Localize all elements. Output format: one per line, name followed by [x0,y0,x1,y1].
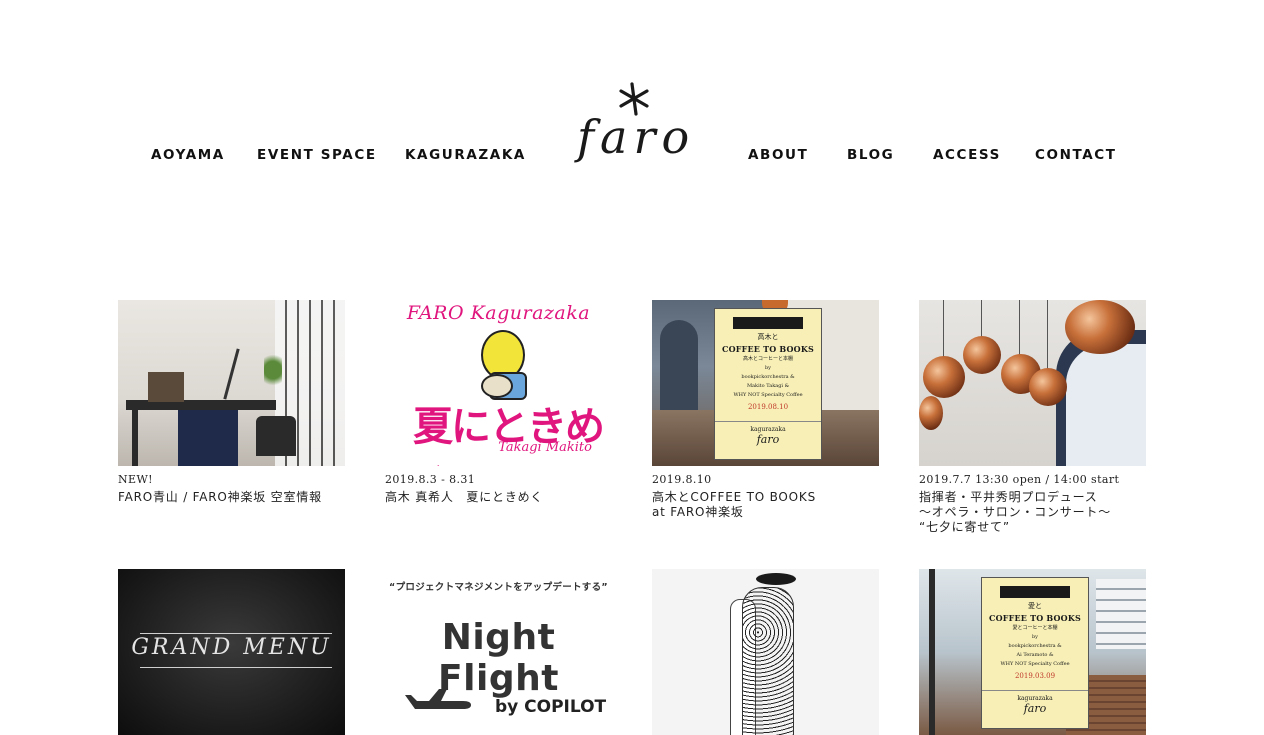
banner-by: by COPILOT [495,697,607,717]
logo-text: faro [577,110,696,164]
illustration-main-text: 夏にときめく [413,403,605,466]
coffee-to-books-poster: 高木と COFFEE TO BOOKS 高木とコーヒーと本棚 by bookpi… [652,300,879,466]
post-title: 高木 真希人 夏にときめく [385,490,544,504]
poster: 愛と COFFEE TO BOOKS 愛とコーヒーと本棚 by bookpick… [981,577,1089,729]
post-date: 2019.8.3 - 8.31 [385,473,476,486]
illustration-signature: Takagi Makito [498,440,592,455]
post-card-vacancy[interactable]: NEW! FARO青山 / FARO神楽坂 空室情報 [118,300,345,505]
post-card-illustration[interactable] [652,569,879,735]
grand-menu-text: GRAND MENU [131,635,332,660]
post-title: 指揮者・平井秀明プロデュース ～オペラ・サロン・コンサート～ “七夕に寄せて” [919,490,1112,534]
post-card-coffee-to-books-2[interactable]: 愛と COFFEE TO BOOKS 愛とコーヒーと本棚 by bookpick… [919,569,1146,735]
kagurazaka-summer-illustration: FARO Kagurazaka 夏にときめく Takagi Makito [385,300,612,466]
post-title: FARO青山 / FARO神楽坂 空室情報 [118,490,322,504]
office-desk-photo [118,300,345,466]
nav-contact[interactable]: CONTACT [1035,147,1117,163]
nav-aoyama[interactable]: AOYAMA [151,147,225,163]
banner-quote: “プロジェクトマネジメントをアップデートする” [389,582,608,593]
copper-pendant-lamps-photo [919,300,1146,466]
post-date: NEW! [118,473,153,486]
nav-kagurazaka[interactable]: KAGURAZAKA [405,147,526,163]
post-title: 高木とCOFFEE TO BOOKS at FARO神楽坂 [652,490,816,519]
post-date: 2019.8.10 [652,473,712,486]
poster: 高木と COFFEE TO BOOKS 高木とコーヒーと本棚 by bookpi… [714,308,822,460]
post-date: 2019.7.7 13:30 open / 14:00 start [919,473,1120,486]
illustration-heading: FARO Kagurazaka [406,302,591,324]
post-card-coffee-to-books[interactable]: 高木と COFFEE TO BOOKS 高木とコーヒーと本棚 by bookpi… [652,300,879,520]
post-card-opera-salon[interactable]: 2019.7.7 13:30 open / 14:00 start 指揮者・平井… [919,300,1146,535]
post-card-night-flight[interactable]: “プロジェクトマネジメントをアップデートする” Night Flight by … [385,569,612,735]
nav-access[interactable]: ACCESS [933,147,1001,163]
nav-about[interactable]: ABOUT [748,147,808,163]
airplane-icon [405,689,471,709]
coffee-to-books-poster-2: 愛と COFFEE TO BOOKS 愛とコーヒーと本棚 by bookpick… [919,569,1146,735]
post-card-summer[interactable]: FARO Kagurazaka 夏にときめく Takagi Makito 201… [385,300,612,505]
grand-menu-photo: GRAND MENU [118,569,345,735]
nav-event-space[interactable]: EVENT SPACE [257,147,377,163]
post-card-grand-menu[interactable]: GRAND MENU [118,569,345,735]
night-flight-banner: “プロジェクトマネジメントをアップデートする” Night Flight by … [385,569,612,735]
fashion-illustration [652,569,879,735]
nav-blog[interactable]: BLOG [847,147,894,163]
faro-logo[interactable]: faro [577,82,696,168]
